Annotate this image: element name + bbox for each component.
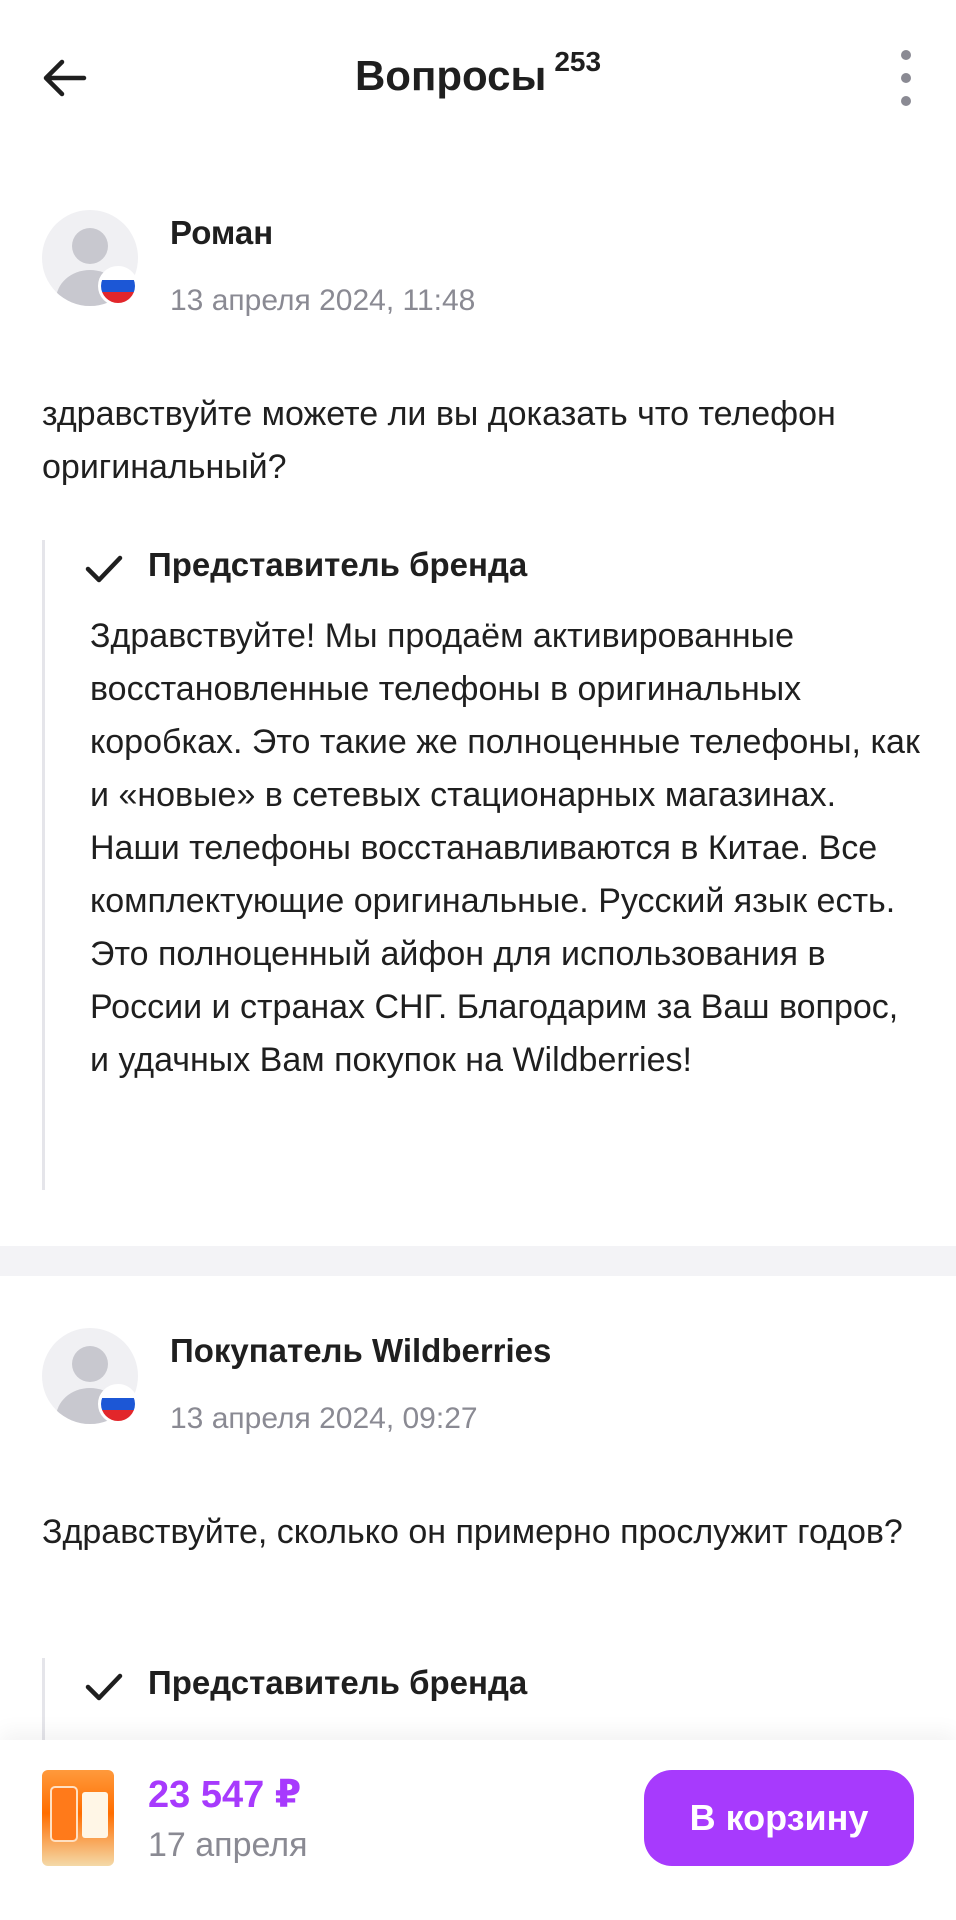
question-author: Покупатель Wildberries	[170, 1332, 552, 1369]
add-to-cart-button[interactable]: В корзину	[644, 1770, 914, 1866]
answer-text: Здравствуйте! Мы продаём активированные …	[90, 617, 920, 1079]
page-title-text: Вопросы	[354, 52, 547, 99]
section-divider	[0, 1246, 956, 1276]
bottom-purchase-bar: 23 547 ₽ 17 апреля В корзину	[0, 1740, 956, 1920]
check-icon	[85, 1673, 123, 1701]
questions-count: 253	[554, 46, 602, 77]
phone-image	[50, 1786, 78, 1842]
page-title: Вопросы 253	[0, 46, 956, 100]
russia-flag-icon	[98, 266, 138, 306]
more-options-button[interactable]	[892, 48, 920, 108]
delivery-date: 17 апреля	[148, 1826, 308, 1864]
top-app-bar: Вопросы 253	[0, 0, 956, 160]
question-date: 13 апреля 2024, 11:48	[170, 284, 476, 317]
check-icon	[85, 555, 123, 583]
question-text: здравствуйте можете ли вы доказать что т…	[42, 395, 836, 486]
answer-author: Представитель бренда	[148, 1664, 528, 1701]
question-item: Покупатель Wildberries 13 апреля 2024, 0…	[0, 1328, 956, 1748]
more-vertical-icon	[901, 50, 911, 60]
question-text: Здравствуйте, сколько он примерно прослу…	[42, 1513, 903, 1551]
user-placeholder-icon	[72, 1346, 108, 1382]
russia-flag-icon	[98, 1384, 138, 1424]
answer-block: Представитель бренда	[42, 1658, 922, 1748]
question-author: Роман	[170, 214, 274, 251]
answer-block: Представитель бренда Здравствуйте! Мы пр…	[42, 540, 922, 1190]
question-item: Роман 13 апреля 2024, 11:48 здравствуйте…	[0, 210, 956, 1210]
product-price: 23 547 ₽	[148, 1774, 302, 1816]
user-placeholder-icon	[72, 228, 108, 264]
question-date: 13 апреля 2024, 09:27	[170, 1402, 478, 1435]
product-thumbnail[interactable]	[42, 1770, 114, 1866]
answer-author: Представитель бренда	[148, 546, 528, 583]
